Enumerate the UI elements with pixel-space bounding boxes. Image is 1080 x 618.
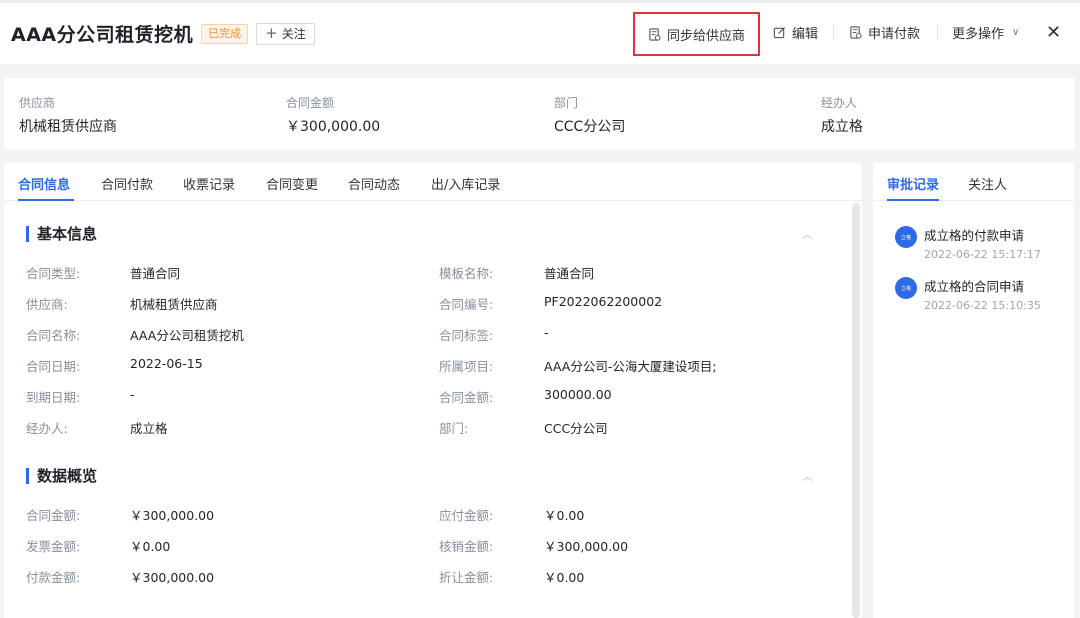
tab-invoice-records[interactable]: 收票记录 [183, 174, 235, 193]
divider [833, 24, 834, 40]
follow-label: 关注 [281, 27, 306, 41]
payment-document-icon [850, 25, 862, 39]
edit-action: 编辑 [773, 23, 818, 42]
chevron-down-icon: ∨ [1012, 26, 1020, 38]
more-actions: 更多操作 ∨ [952, 23, 1019, 42]
field-value: - [130, 387, 135, 402]
field-value: 机械租赁供应商 [130, 297, 218, 312]
field-label: 到期日期: [26, 390, 81, 405]
summary-handler: 经办人 成立格 [821, 94, 863, 136]
plus-icon: + [265, 24, 278, 42]
avatar: 立格 [895, 226, 917, 248]
summary-bar: 供应商 机械租赁供应商 合同金额 ￥300,000.00 部门 CCC分公司 经… [4, 78, 1075, 150]
field-label: 所属项目: [439, 359, 494, 374]
pay-request-label: 申请付款 [868, 26, 921, 42]
tab-stock-records[interactable]: 出/入库记录 [431, 174, 500, 193]
field-label: 合同编号: [439, 297, 494, 312]
field-value: 2022-06-15 [130, 356, 203, 371]
sync-label: 同步给供应商 [666, 28, 745, 44]
field-value: AAA分公司-公海大厦建设项目; [544, 359, 717, 374]
field-label: 合同日期: [26, 359, 81, 374]
field-value: CCC分公司 [544, 421, 608, 436]
field-value: 普通合同 [130, 266, 181, 281]
tab-followers[interactable]: 关注人 [968, 174, 1007, 193]
summary-label: 部门 [554, 96, 579, 110]
summary-value: CCC分公司 [554, 119, 626, 135]
pay-request-button[interactable]: 申请付款 [849, 0, 920, 64]
more-label: 更多操作 [952, 26, 1005, 42]
avatar: 立格 [895, 277, 917, 299]
summary-value: 机械租赁供应商 [19, 119, 117, 135]
field-value: ￥0.00 [544, 570, 585, 585]
field-label: 合同金额: [26, 508, 81, 523]
section-title-basic-info: 基本信息 [26, 226, 97, 242]
summary-label: 供应商 [19, 96, 56, 110]
summary-department: 部门 CCC分公司 [554, 94, 625, 136]
active-tab-indicator [887, 199, 939, 201]
field-value: ￥300,000.00 [130, 508, 215, 523]
field-value: ￥0.00 [544, 508, 585, 523]
approval-record-title[interactable]: 成立格的付款申请 [924, 225, 1024, 244]
close-icon[interactable]: ✕ [1046, 22, 1061, 43]
field-label: 合同类型: [26, 266, 81, 281]
tab-contract-change[interactable]: 合同变更 [266, 174, 318, 193]
field-label: 经办人: [26, 421, 68, 436]
field-value: PF2022062200002 [544, 294, 663, 309]
active-tab-indicator [18, 199, 74, 201]
status-badge: 已完成 [201, 23, 249, 44]
follow-button[interactable]: + 关注 [256, 22, 315, 45]
field-value: 普通合同 [544, 266, 595, 281]
side-tabs: 审批记录 关注人 [873, 163, 1074, 201]
summary-label: 经办人 [821, 96, 858, 110]
tab-approval-records[interactable]: 审批记录 [887, 174, 939, 193]
sync-to-supplier-button[interactable]: 同步给供应商 [633, 12, 760, 56]
summary-value: ￥300,000.00 [286, 119, 381, 135]
summary-supplier: 供应商 机械租赁供应商 [19, 94, 117, 136]
tab-contract-info[interactable]: 合同信息 [18, 174, 70, 193]
field-label: 折让金额: [439, 570, 494, 585]
field-value: ￥0.00 [130, 539, 171, 554]
summary-label: 合同金额 [286, 96, 335, 110]
field-value: - [544, 325, 549, 340]
field-label: 合同金额: [439, 390, 494, 405]
field-label: 模板名称: [439, 266, 494, 281]
field-value: 300000.00 [544, 387, 612, 402]
sync-action: 同步给供应商 [648, 25, 745, 44]
field-label: 核销金额: [439, 539, 494, 554]
scrollbar[interactable] [852, 203, 860, 618]
approval-record-time: 2022-06-22 15:17:17 [924, 248, 1041, 261]
field-label: 部门: [439, 421, 469, 436]
approval-record-time: 2022-06-22 15:10:35 [924, 299, 1041, 312]
field-label: 发票金额: [26, 539, 81, 554]
field-value: ￥300,000.00 [130, 570, 215, 585]
approval-side-panel: 审批记录 关注人 立格 成立格的付款申请 2022-06-22 15:17:17… [873, 163, 1074, 618]
edit-button[interactable]: 编辑 [773, 0, 818, 64]
tab-contract-activity[interactable]: 合同动态 [348, 174, 400, 193]
page-title: AAA分公司租赁挖机 [11, 24, 194, 46]
summary-contract-amount: 合同金额 ￥300,000.00 [286, 94, 380, 136]
contract-detail-panel: 合同信息 合同付款 收票记录 合同变更 合同动态 出/入库记录 基本信息 ︿ 合… [4, 163, 862, 618]
field-label: 供应商: [26, 297, 68, 312]
more-actions-dropdown[interactable]: 更多操作 ∨ [952, 0, 1019, 64]
field-value: AAA分公司租赁挖机 [130, 328, 244, 343]
section-title-data-overview: 数据概览 [26, 468, 97, 484]
approval-record-title[interactable]: 成立格的合同申请 [924, 276, 1024, 295]
field-label: 付款金额: [26, 570, 81, 585]
edit-label: 编辑 [792, 26, 819, 42]
detail-tabs: 合同信息 合同付款 收票记录 合同变更 合同动态 出/入库记录 [4, 163, 862, 201]
document-sync-icon [649, 27, 661, 41]
divider [937, 24, 938, 40]
field-label: 合同标签: [439, 328, 494, 343]
chevron-up-icon[interactable]: ︿ [802, 468, 813, 484]
field-value: 成立格 [130, 421, 168, 436]
tab-contract-payment[interactable]: 合同付款 [101, 174, 153, 193]
field-label: 合同名称: [26, 328, 81, 343]
pay-request-action: 申请付款 [849, 23, 920, 42]
field-label: 应付金额: [439, 508, 494, 523]
field-value: ￥300,000.00 [544, 539, 629, 554]
chevron-up-icon[interactable]: ︿ [802, 226, 813, 242]
edit-icon [773, 26, 786, 38]
summary-value: 成立格 [821, 119, 863, 135]
